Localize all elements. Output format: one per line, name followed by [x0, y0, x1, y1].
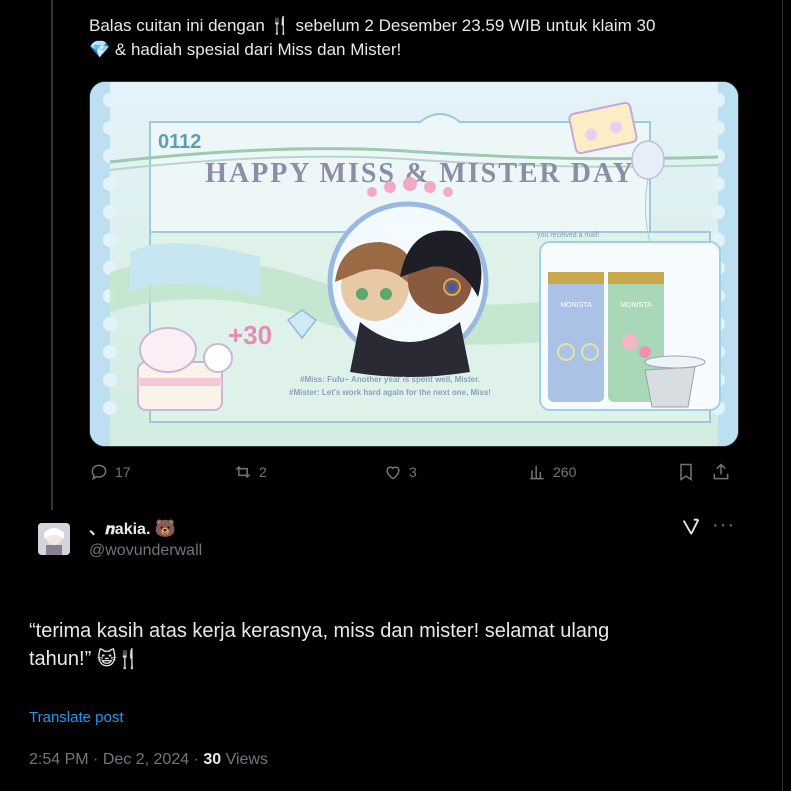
- tweet-action-bar: 17 2 3 260: [89, 462, 739, 488]
- tweet-text: Balas cuitan ini dengan 🍴 sebelum 2 Dese…: [89, 14, 749, 62]
- tweet-text-part: Balas cuitan ini dengan: [89, 16, 265, 35]
- repost-button[interactable]: 2: [233, 462, 267, 482]
- tweet-media-image[interactable]: 0112 HAPPY MISS & MISTER DAY +30 #Miss: …: [89, 81, 739, 447]
- view-count: 260: [553, 464, 577, 480]
- translate-post-link[interactable]: Translate post: [29, 709, 124, 726]
- grok-icon[interactable]: [680, 516, 702, 538]
- reply-text-line: tahun!”: [29, 648, 92, 670]
- more-options-icon[interactable]: ···: [712, 515, 736, 538]
- reply-text: “terima kasih atas kerja kerasnya, miss …: [29, 617, 729, 673]
- gem-emoji: 💎: [89, 40, 111, 60]
- brand-label: MONISTA: [560, 302, 592, 309]
- mail-label: you received a mail!: [537, 232, 599, 239]
- post-meta: 2:54 PM · Dec 2, 2024 · 30 Views: [29, 751, 268, 769]
- post-date[interactable]: Dec 2, 2024: [103, 751, 189, 768]
- reply-button[interactable]: 17: [89, 462, 131, 482]
- column-border: [782, 0, 783, 791]
- share-icon: [713, 463, 729, 480]
- cat-fork-emoji: 😺🍴: [96, 648, 141, 670]
- mister-quote: #Mister: Let's work hard again for the n…: [289, 388, 491, 397]
- repost-count: 2: [259, 464, 267, 480]
- share-button[interactable]: [711, 462, 731, 482]
- plus-thirty-label: +30: [228, 320, 272, 350]
- author-handle[interactable]: @wovunderwall: [89, 542, 202, 560]
- reply-count: 17: [115, 464, 131, 480]
- avatar-image: [38, 523, 70, 555]
- miss-quote: #Miss: Fufu~ Another year is spent well,…: [300, 375, 480, 384]
- heart-icon: [386, 466, 400, 480]
- display-name-text: 、𝒏akia.: [89, 521, 151, 538]
- like-count: 3: [409, 464, 417, 480]
- tweet-text-part: & hadiah spesial dari Miss dan Mister!: [114, 40, 402, 59]
- reply-icon: [91, 464, 107, 481]
- analytics-icon: [530, 466, 544, 480]
- bookmark-button[interactable]: [676, 462, 696, 482]
- event-title: HAPPY MISS & MISTER DAY: [205, 158, 635, 189]
- separator: ·: [193, 751, 199, 768]
- separator: ·: [93, 751, 99, 768]
- like-button[interactable]: 3: [383, 462, 417, 482]
- reply-text-line: “terima kasih atas kerja kerasnya, miss …: [29, 620, 610, 642]
- views-button[interactable]: 260: [527, 462, 576, 482]
- post-time[interactable]: 2:54 PM: [29, 751, 89, 768]
- brand-label: MONISTA: [620, 302, 652, 309]
- author-display-name[interactable]: 、𝒏akia. 🐻: [89, 515, 176, 539]
- views-label: Views: [225, 751, 268, 768]
- thread-line: [51, 0, 53, 510]
- avatar[interactable]: [38, 523, 70, 555]
- fork-knife-emoji: 🍴: [269, 16, 291, 36]
- views-count: 30: [203, 751, 222, 768]
- repost-icon: [235, 465, 251, 479]
- tweet-text-part: sebelum 2 Desember 23.59 WIB untuk klaim…: [295, 16, 656, 35]
- event-illustration: 0112 HAPPY MISS & MISTER DAY +30 #Miss: …: [90, 82, 738, 446]
- bear-emoji: 🐻: [154, 519, 177, 539]
- bookmark-icon: [680, 463, 692, 481]
- date-code: 0112: [158, 131, 201, 153]
